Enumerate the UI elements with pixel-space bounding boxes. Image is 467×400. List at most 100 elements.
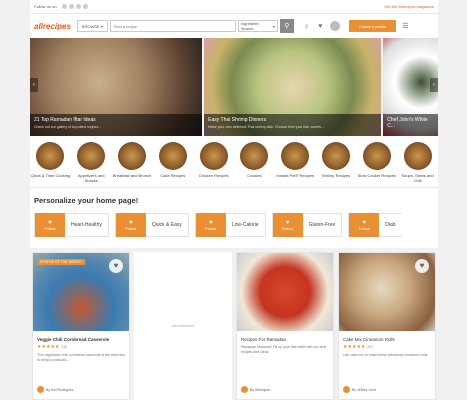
site-header: allrecipes BROWSE ▾ Ingredient Search ▾ …: [30, 14, 438, 38]
rating-count: 119: [61, 345, 68, 349]
hero-slide[interactable]: › Chef John's White C...: [383, 38, 438, 136]
hero-caption: Easy Thai Shrimp Dinners Make your own d…: [204, 114, 382, 136]
follow-button[interactable]: ♥ Follow: [349, 213, 380, 237]
recipe-title[interactable]: Cake Mix Cinnamon Rolls: [343, 337, 431, 342]
category-image: [362, 142, 391, 170]
author-avatar: [37, 386, 44, 393]
save-heart-icon[interactable]: ♥: [109, 259, 123, 273]
pref-gluten-free: ♥ Follow Gluten-Free: [271, 213, 343, 237]
recipe-desc: This vegetarian chili cornbread casserol…: [37, 353, 125, 362]
rating-stars: ★★★★★ 119: [37, 344, 125, 350]
twitter-icon[interactable]: [75, 4, 81, 9]
heart-icon: ♥: [129, 219, 133, 226]
category-label: Breakfast and Brunch: [112, 173, 152, 178]
category-image: [281, 142, 310, 170]
search-input[interactable]: [109, 20, 236, 32]
hero-desc: Check out our gallery of top-rated recip…: [34, 125, 102, 129]
pref-low-calorie: ♥ Follow Low-Calorie: [194, 213, 266, 237]
category-label: Chicken Recipes: [198, 173, 229, 178]
category-label: Instant Pot® Recipes: [276, 173, 314, 178]
heart-icon: ♥: [48, 219, 52, 226]
follow-button[interactable]: ♥ Follow: [195, 213, 226, 237]
category-label: Appetizers and Snacks: [77, 173, 105, 183]
carousel-prev-icon[interactable]: ‹: [30, 78, 38, 92]
category-label: Cake Recipes: [160, 173, 186, 178]
category-label: Cookies: [247, 173, 262, 178]
hero-desc: Make your own delicious Thai shrimp dish…: [208, 125, 324, 129]
category-label: Soups, Stews and Chili: [401, 173, 434, 183]
ingredient-search-button[interactable]: Ingredient Search ▾: [237, 20, 278, 32]
ad-label: Advertisement: [171, 324, 195, 328]
heart-icon[interactable]: ♥: [316, 22, 325, 31]
create-profile-button[interactable]: Create a profile: [348, 20, 397, 32]
category-label: Slow Cooker Recipes: [357, 173, 396, 178]
rating-count: 207: [367, 345, 374, 349]
recipe-title[interactable]: Recipes For Ramadan: [241, 337, 329, 342]
category-item[interactable]: Breakfast and Brunch: [112, 142, 152, 187]
pref-label: Diab: [385, 222, 396, 228]
author-name: By Sisi Rodriguez: [46, 387, 74, 392]
hero-title: Chef John's White C...: [387, 117, 428, 129]
category-image: [158, 142, 187, 170]
author-avatar: [241, 386, 248, 393]
save-heart-icon[interactable]: ♥: [415, 259, 429, 273]
category-item[interactable]: Instant Pot® Recipes: [275, 142, 315, 187]
allrecipes-logo[interactable]: allrecipes: [34, 22, 71, 31]
category-item[interactable]: Chicken Recipes: [194, 142, 234, 187]
follow-button[interactable]: ♥ Follow: [272, 213, 303, 237]
recipe-title[interactable]: Veggie Chili Cornbread Casserole: [37, 337, 125, 342]
recipe-author: By Sisi Rodriguez: [37, 386, 74, 393]
pref-label: Quick & Easy: [151, 222, 182, 228]
category-image: [117, 142, 146, 170]
hero-slide[interactable]: ‹ 21 Top Ramadan Iftar Ideas Check out o…: [30, 38, 203, 136]
carousel-next-icon[interactable]: ›: [430, 78, 438, 92]
stars: ★★★★★: [37, 344, 60, 350]
recipe-grid: PEOPLE OF THE MONTH ♥ Veggie Chili Cornb…: [30, 252, 438, 400]
category-item[interactable]: Slow Cooker Recipes: [357, 142, 397, 187]
pref-diabetic: ♥ Follow Diab: [348, 213, 402, 237]
recipe-author: By Allrecipes: [241, 386, 270, 393]
category-label: Quick & Time Cooking: [30, 173, 71, 178]
author-name: By Allrecipes: [250, 387, 271, 392]
hero-title: 21 Top Ramadan Iftar Ideas: [34, 117, 96, 123]
browse-dropdown[interactable]: BROWSE ▾: [76, 20, 108, 32]
category-nav: Quick & Time Cooking Appetizers and Snac…: [30, 136, 438, 188]
hamburger-menu-icon[interactable]: ☰: [402, 22, 408, 30]
author-name: By Jeffrey Hunt: [352, 387, 376, 392]
heart-icon: ♥: [209, 219, 213, 226]
follow-label: Follow: [44, 226, 56, 231]
follow-label: Follow us on:: [34, 4, 58, 9]
stars: ★★★★★: [343, 344, 366, 350]
category-image: [36, 142, 65, 170]
follow-button[interactable]: ♥ Follow: [115, 213, 146, 237]
category-item[interactable]: Soups, Stews and Chili: [398, 142, 438, 187]
advertisement[interactable]: Advertisement: [134, 252, 232, 400]
recipe-desc: Use cake mix to make these fabulously ci…: [343, 353, 429, 357]
recipe-card[interactable]: ♥ Cake Mix Cinnamon Rolls ★★★★★ 207 Use c…: [338, 252, 436, 400]
follow-label: Follow: [125, 226, 137, 231]
category-image: [403, 142, 432, 170]
search-button[interactable]: ⚲: [279, 19, 294, 33]
avatar[interactable]: [329, 21, 340, 31]
rating-stars: ★★★★★ 207: [343, 344, 431, 350]
category-item[interactable]: Cake Recipes: [153, 142, 193, 187]
instagram-icon[interactable]: [82, 4, 88, 9]
magazine-link[interactable]: Get the Allrecipes magazine: [384, 4, 434, 9]
recipe-card[interactable]: Recipes For Ramadan Ramadan Mubarak! Fil…: [236, 252, 334, 400]
personalize-section: Personalize your home page! ♥ Follow Heart…: [30, 188, 438, 248]
pref-label: Low-Calorie: [231, 222, 259, 228]
hero-title: Easy Thai Shrimp Dinners: [208, 117, 267, 123]
category-item[interactable]: Shrimp Recipes: [316, 142, 356, 187]
facebook-icon[interactable]: [61, 4, 67, 9]
category-image: [321, 142, 350, 170]
badge: PEOPLE OF THE MONTH: [37, 259, 85, 265]
bell-icon[interactable]: ♪: [302, 22, 311, 31]
recipe-card[interactable]: PEOPLE OF THE MONTH ♥ Veggie Chili Cornb…: [32, 252, 130, 400]
hero-caption: 21 Top Ramadan Iftar Ideas Check out our…: [30, 114, 203, 136]
pinterest-icon[interactable]: [68, 4, 74, 9]
hero-slide[interactable]: Easy Thai Shrimp Dinners Make your own d…: [204, 38, 382, 136]
follow-button[interactable]: ♥ Follow: [35, 213, 65, 237]
category-item[interactable]: Cookies: [234, 142, 274, 187]
category-item[interactable]: Appetizers and Snacks: [71, 142, 111, 187]
category-item[interactable]: Quick & Time Cooking: [30, 142, 70, 187]
